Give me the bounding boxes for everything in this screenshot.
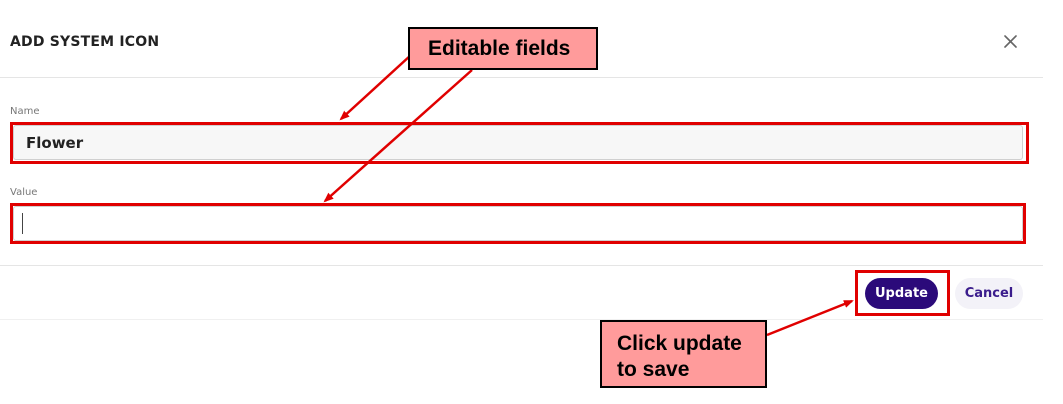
callout-update-line2: to save — [617, 358, 690, 381]
value-label: Value — [10, 187, 38, 198]
close-icon — [1004, 35, 1017, 48]
callout-editable-fields: Editable fields — [408, 27, 598, 70]
name-label: Name — [10, 106, 40, 117]
update-button[interactable]: Update — [865, 278, 938, 309]
footer-bottom-divider — [0, 319, 1043, 320]
callout-update-line1: Click update — [617, 332, 742, 355]
cancel-button[interactable]: Cancel — [955, 278, 1023, 309]
close-button[interactable] — [1001, 32, 1021, 52]
dialog-title: ADD SYSTEM ICON — [10, 34, 160, 50]
callout-editable-text: Editable fields — [428, 37, 571, 60]
callout-click-update: Click update to save — [600, 320, 767, 388]
value-input[interactable] — [13, 206, 1023, 241]
footer-divider — [0, 265, 1043, 266]
text-caret — [22, 213, 23, 234]
name-input[interactable] — [13, 125, 1023, 160]
